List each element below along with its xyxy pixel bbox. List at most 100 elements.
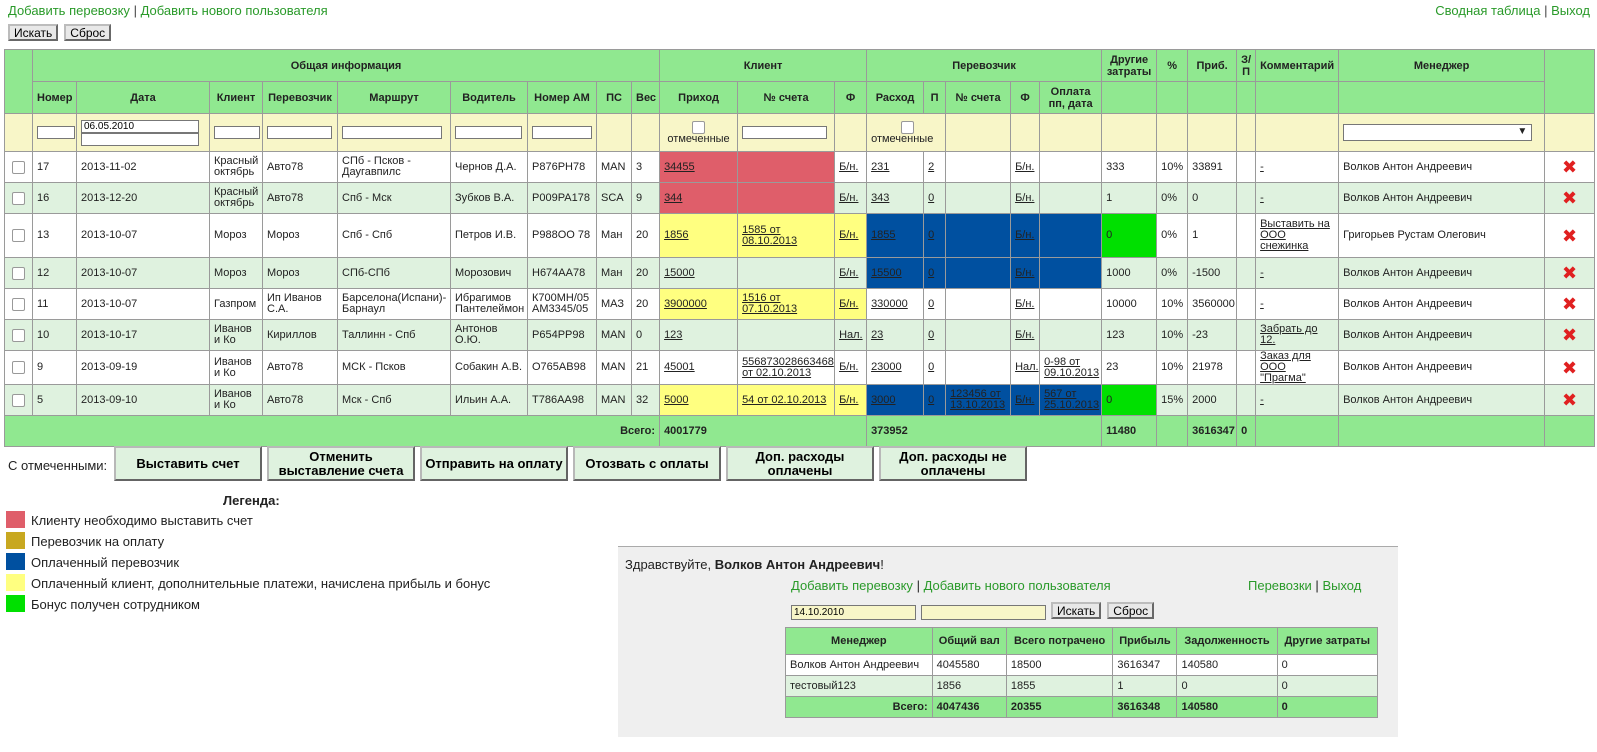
row-carrier-form-link[interactable]: Б/н. bbox=[1015, 192, 1034, 204]
row-carrier-payment-link[interactable]: 567 от 25.10.2013 bbox=[1044, 388, 1099, 411]
delete-icon[interactable]: ✖ bbox=[1549, 264, 1590, 282]
filter-carrier-input[interactable] bbox=[267, 126, 333, 139]
search-button[interactable]: Искать bbox=[8, 24, 59, 41]
row-income-link[interactable]: 45001 bbox=[664, 361, 695, 373]
row-carrier-form-link[interactable]: Б/н. bbox=[1015, 329, 1034, 341]
row-comment-link[interactable]: Забрать до 12. bbox=[1260, 323, 1317, 346]
delete-icon[interactable]: ✖ bbox=[1549, 158, 1590, 176]
row-p-link[interactable]: 0 bbox=[928, 361, 934, 373]
row-income-link[interactable]: 15000 bbox=[664, 267, 695, 279]
send-payment-button[interactable]: Отправить на оплату bbox=[420, 446, 568, 481]
delete-icon[interactable]: ✖ bbox=[1549, 359, 1590, 377]
reset-button[interactable]: Сброс bbox=[64, 24, 112, 41]
row-expense-link[interactable]: 231 bbox=[871, 161, 889, 173]
row-invoice-link[interactable]: 1516 от 07.10.2013 bbox=[742, 292, 797, 315]
row-carrier-form-link[interactable]: Б/н. bbox=[1015, 298, 1034, 310]
row-carrier-form-link[interactable]: Б/н. bbox=[1015, 229, 1034, 241]
delete-icon[interactable]: ✖ bbox=[1549, 295, 1590, 313]
row-income-link[interactable]: 3900000 bbox=[664, 298, 707, 310]
row-comment-link[interactable]: Заказ для ООО "Прагма" bbox=[1260, 352, 1311, 384]
row-checkbox[interactable] bbox=[12, 191, 25, 205]
row-checkbox[interactable] bbox=[12, 297, 25, 311]
panel-add-user-link[interactable]: Добавить нового пользователя bbox=[924, 578, 1111, 593]
row-expense-link[interactable]: 1855 bbox=[871, 229, 895, 241]
row-carrier-form-link[interactable]: Б/н. bbox=[1015, 161, 1034, 173]
row-income-link[interactable]: 5000 bbox=[664, 394, 688, 406]
row-payment-form-link[interactable]: Нал. bbox=[839, 329, 863, 341]
row-p-link[interactable]: 0 bbox=[928, 298, 934, 310]
add-shipment-link[interactable]: Добавить перевозку bbox=[8, 3, 130, 18]
row-carrier-form-link[interactable]: Нал. bbox=[1015, 361, 1039, 373]
row-p-link[interactable]: 0 bbox=[928, 229, 934, 241]
logout-link[interactable]: Выход bbox=[1551, 3, 1590, 18]
row-checkbox[interactable] bbox=[12, 361, 25, 374]
filter-driver-input[interactable] bbox=[455, 126, 523, 139]
row-checkbox[interactable] bbox=[12, 266, 25, 280]
filter-number-input[interactable] bbox=[37, 126, 75, 139]
row-carrier-form-link[interactable]: Б/н. bbox=[1015, 267, 1034, 279]
row-expense-link[interactable]: 23000 bbox=[871, 361, 902, 373]
add-user-link[interactable]: Добавить нового пользователя bbox=[141, 3, 328, 18]
row-income-link[interactable]: 344 bbox=[664, 192, 682, 204]
row-payment-form-link[interactable]: Б/н. bbox=[839, 229, 858, 241]
row-checkbox[interactable] bbox=[12, 160, 25, 174]
filter-client-input[interactable] bbox=[214, 126, 260, 139]
row-income-link[interactable]: 1856 bbox=[664, 229, 688, 241]
filter-date-from-input[interactable] bbox=[81, 119, 199, 133]
row-comment-link[interactable]: Выставить на ООО снежинка bbox=[1260, 218, 1330, 252]
panel-date-to-input[interactable] bbox=[921, 605, 1046, 620]
row-checkbox[interactable] bbox=[12, 393, 25, 407]
filter-route-input[interactable] bbox=[342, 126, 442, 139]
panel-shipments-link[interactable]: Перевозки bbox=[1248, 578, 1312, 593]
row-invoice-link[interactable]: 556873028663468 от 02.10.2013 bbox=[742, 356, 834, 379]
row-payment-form-link[interactable]: Б/н. bbox=[839, 361, 858, 373]
row-comment-link[interactable]: - bbox=[1260, 394, 1264, 406]
row-expense-link[interactable]: 23 bbox=[871, 329, 883, 341]
row-payment-form-link[interactable]: Б/н. bbox=[839, 192, 858, 204]
panel-search-button[interactable]: Искать bbox=[1051, 602, 1102, 619]
row-expense-link[interactable]: 15500 bbox=[871, 267, 902, 279]
row-p-link[interactable]: 0 bbox=[928, 267, 934, 279]
row-carrier-invoice-link[interactable]: 123456 от 13.10.2013 bbox=[950, 388, 1005, 411]
summary-table-link[interactable]: Сводная таблица bbox=[1435, 3, 1540, 18]
delete-icon[interactable]: ✖ bbox=[1549, 189, 1590, 207]
cancel-invoice-button[interactable]: Отменить выставление счета bbox=[267, 446, 415, 481]
delete-icon[interactable]: ✖ bbox=[1549, 227, 1590, 245]
row-p-link[interactable]: 0 bbox=[928, 394, 934, 406]
extra-unpaid-button[interactable]: Доп. расходы не оплачены bbox=[879, 446, 1027, 481]
row-comment-link[interactable]: - bbox=[1260, 298, 1264, 310]
row-expense-link[interactable]: 343 bbox=[871, 192, 889, 204]
delete-icon[interactable]: ✖ bbox=[1549, 326, 1590, 344]
row-comment-link[interactable]: - bbox=[1260, 192, 1264, 204]
row-p-link[interactable]: 0 bbox=[928, 329, 934, 341]
row-comment-link[interactable]: - bbox=[1260, 161, 1264, 173]
panel-date-from-input[interactable] bbox=[791, 605, 916, 620]
row-invoice-link[interactable]: 54 от 02.10.2013 bbox=[742, 394, 826, 406]
row-expense-link[interactable]: 330000 bbox=[871, 298, 908, 310]
issue-invoice-button[interactable]: Выставить счет bbox=[114, 446, 262, 481]
panel-add-shipment-link[interactable]: Добавить перевозку bbox=[791, 578, 913, 593]
manager-filter-select[interactable]: ▼ bbox=[1343, 124, 1533, 141]
row-payment-form-link[interactable]: Б/н. bbox=[839, 267, 858, 279]
row-income-link[interactable]: 123 bbox=[664, 329, 682, 341]
row-expense-link[interactable]: 3000 bbox=[871, 394, 895, 406]
row-invoice-link[interactable]: 1585 от 08.10.2013 bbox=[742, 224, 797, 247]
panel-reset-button[interactable]: Сброс bbox=[1107, 602, 1155, 619]
filter-plate-input[interactable] bbox=[532, 126, 592, 139]
row-payment-form-link[interactable]: Б/н. bbox=[839, 161, 858, 173]
row-carrier-form-link[interactable]: Б/н. bbox=[1015, 394, 1034, 406]
recall-payment-button[interactable]: Отозвать с оплаты bbox=[573, 446, 721, 481]
filter-date-to-input[interactable] bbox=[81, 132, 199, 146]
row-p-link[interactable]: 0 bbox=[928, 192, 934, 204]
row-comment-link[interactable]: - bbox=[1260, 267, 1264, 279]
panel-logout-link[interactable]: Выход bbox=[1322, 578, 1361, 593]
row-p-link[interactable]: 2 bbox=[928, 161, 934, 173]
row-income-link[interactable]: 34455 bbox=[664, 161, 695, 173]
delete-icon[interactable]: ✖ bbox=[1549, 391, 1590, 409]
row-checkbox[interactable] bbox=[12, 328, 25, 342]
row-payment-form-link[interactable]: Б/н. bbox=[839, 394, 858, 406]
row-payment-form-link[interactable]: Б/н. bbox=[839, 298, 858, 310]
filter-invoice-input[interactable] bbox=[742, 126, 828, 139]
extra-paid-button[interactable]: Доп. расходы оплачены bbox=[726, 446, 874, 481]
row-carrier-payment-link[interactable]: 0-98 от 09.10.2013 bbox=[1044, 356, 1099, 379]
